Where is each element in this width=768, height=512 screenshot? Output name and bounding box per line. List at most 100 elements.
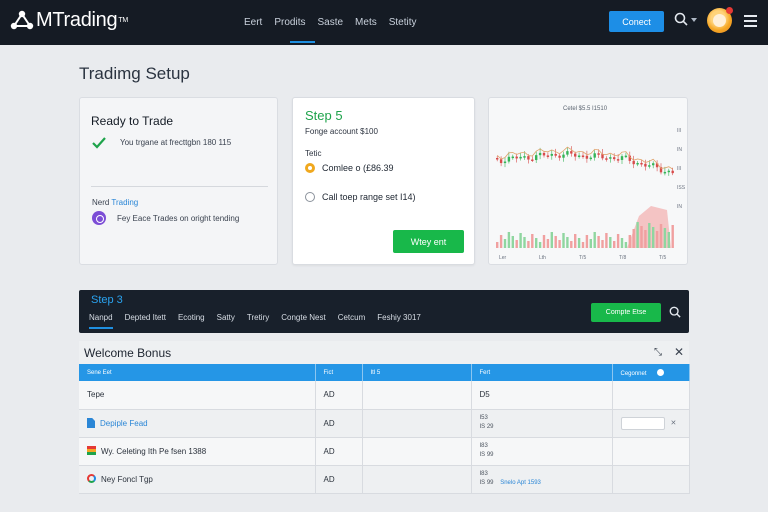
step3-tabs: Nanpd Depted Itett Ecoting Satty Tretiry…	[89, 312, 433, 330]
step5-label: Step 5	[305, 108, 343, 123]
candle-body	[605, 158, 608, 160]
candle-body	[499, 159, 503, 164]
nav-item-mets[interactable]: Mets	[349, 0, 383, 45]
y-tick-label: III	[677, 128, 681, 134]
table-row[interactable]: Wy. Celeting Ith Pe fsen 1388 AD I83 IS …	[79, 437, 690, 466]
search-icon[interactable]	[669, 306, 681, 318]
menu-icon[interactable]	[744, 15, 757, 30]
candles	[496, 146, 674, 176]
radio-option-2[interactable]	[305, 192, 315, 202]
candle-body	[636, 162, 639, 165]
close-icon[interactable]: ✕	[671, 420, 677, 427]
logo-tm: TM	[118, 17, 128, 24]
candle-body	[581, 155, 585, 158]
nav-item-saste[interactable]: Saste	[311, 0, 349, 45]
row-col4-sub: IS 29	[479, 424, 494, 430]
volume-bar	[644, 230, 647, 248]
volume-bar	[605, 233, 608, 248]
x-tick-label: T/5	[659, 255, 666, 261]
search-icon[interactable]	[674, 12, 688, 26]
step5-submit-button[interactable]: Wtey ent	[393, 230, 464, 253]
table-row[interactable]: Ney Foncl Tgp AD I83 IS 99 Snelo Apt 159…	[79, 465, 690, 494]
volume-bar	[519, 233, 522, 248]
expand-icon[interactable]: ⤡	[654, 347, 662, 358]
column-header[interactable]: Fict	[315, 364, 363, 381]
tab-satty[interactable]: Satty	[217, 312, 235, 330]
row-col3	[362, 437, 472, 466]
row-col4-value: I83	[479, 443, 488, 449]
candle-body	[577, 155, 581, 158]
app-logo[interactable]: MTrading TM	[10, 9, 128, 32]
row-col4: D5	[471, 381, 613, 410]
candle-body	[496, 158, 499, 160]
volume-bar	[515, 240, 518, 248]
volume-bar	[523, 237, 526, 248]
row-name-cell: Wy. Celeting Ith Pe fsen 1388	[79, 437, 316, 466]
candle-body	[546, 155, 550, 157]
option-2-label[interactable]: Call toep range set I14)	[322, 192, 416, 202]
step5-card: Step 5 Fonge account $100 Tetic Comlee o…	[292, 97, 475, 265]
welcome-bonus-panel: Welcome Bonus ⤡ ✕ Sene Eet Fict Itl 5 Fe…	[79, 341, 690, 494]
tab-depted-itett[interactable]: Depted Itett	[125, 312, 166, 330]
radio-option-1[interactable]	[305, 163, 315, 173]
connect-button[interactable]: Conect	[609, 11, 664, 32]
row-name-link[interactable]: Depiple Fead	[100, 419, 148, 428]
volume-bar	[511, 236, 514, 248]
row-col5	[612, 381, 690, 410]
file-icon	[87, 418, 95, 428]
volume-bar	[503, 239, 507, 248]
nav-item-eert[interactable]: Eert	[238, 0, 268, 45]
close-icon[interactable]: ✕	[674, 345, 684, 359]
nav-item-stetity[interactable]: Stetity	[383, 0, 423, 45]
table-row[interactable]: Tepe AD D5	[79, 381, 690, 410]
bonus-table: Sene Eet Fict Itl 5 Fert Cegonnet Tepe A…	[79, 364, 690, 494]
volume-bar	[499, 235, 503, 248]
row-name: Wy. Celeting Ith Pe fsen 1388	[101, 447, 207, 456]
chart-card: III IN III ISS IN Ler Lth T/5 T/8 T/5 Cetel $5.5…	[488, 97, 688, 265]
row-input[interactable]	[620, 416, 665, 430]
next-prefix: Nerd	[92, 198, 110, 207]
option-1-label[interactable]: Comlee o (£86.39	[322, 163, 394, 173]
row-col2: AD	[315, 437, 363, 466]
x-tick-label: T/5	[579, 255, 586, 261]
row-col4-cell: I83 IS 99 Snelo Apt 1593	[471, 465, 613, 494]
volume-bar	[620, 238, 624, 248]
table-header-row: Sene Eet Fict Itl 5 Fert Cegonnet	[79, 364, 690, 381]
column-header[interactable]: Fert	[471, 364, 613, 381]
avatar[interactable]	[707, 7, 733, 33]
tab-ecoting[interactable]: Ecoting	[178, 312, 205, 330]
bars-icon	[87, 446, 96, 455]
tab-congte-nest[interactable]: Congte Nest	[281, 312, 325, 330]
nav-item-prodits[interactable]: Prodits	[268, 0, 316, 45]
candle-body	[550, 153, 553, 156]
column-header[interactable]: Sene Eet	[79, 364, 316, 381]
trading-link[interactable]: Trading	[111, 198, 138, 207]
table-row[interactable]: Depiple Fead AD I53 IS 29 ✕	[79, 409, 690, 438]
row-name-cell: Ney Foncl Tgp	[79, 465, 316, 494]
row-col4-link[interactable]: Snelo Apt 1593	[500, 480, 541, 486]
tab-nanpd[interactable]: Nanpd	[89, 312, 113, 330]
tab-cetcum[interactable]: Cetcum	[338, 312, 366, 330]
volume-bar	[496, 242, 499, 248]
volume-bar	[589, 239, 592, 248]
volume-bar	[566, 237, 569, 248]
volume-bar	[577, 238, 581, 248]
chevron-down-icon[interactable]	[691, 18, 697, 22]
next-line: Nerd Trading	[92, 198, 138, 207]
candle-body	[671, 170, 674, 174]
candle-body	[527, 156, 530, 160]
candle-body	[589, 157, 592, 160]
volume-bar	[546, 239, 550, 248]
confirm-button[interactable]: Compte Etse	[591, 303, 661, 322]
tab-tretiry[interactable]: Tretiry	[247, 312, 269, 330]
column-header[interactable]: Cegonnet	[612, 364, 690, 381]
tab-feshiy[interactable]: Feshiy 3017	[377, 312, 421, 330]
volume-bar	[628, 235, 631, 248]
logo-icon	[10, 10, 34, 29]
candle-body	[511, 156, 514, 159]
row-col3	[362, 381, 472, 410]
row-col4-value: I53	[479, 415, 488, 421]
volume-bar	[663, 228, 667, 248]
column-header[interactable]: Itl 5	[362, 364, 472, 381]
candle-body	[648, 165, 651, 167]
